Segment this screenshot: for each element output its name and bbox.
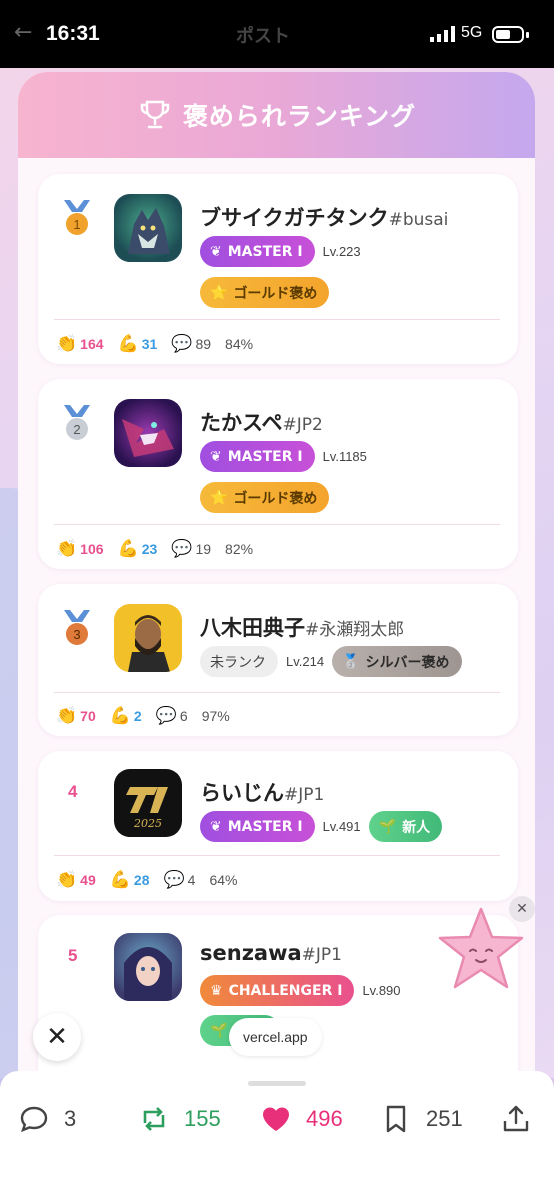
ranking-card[interactable]: 1 ブサイクガチタンク#busai ❦ MASTER I Lv.223 ⭐ ゴールド… xyxy=(38,174,518,364)
trophy-icon xyxy=(140,100,170,129)
close-icon: ✕ xyxy=(46,1022,68,1052)
t1-logo-portrait: 2025 xyxy=(126,787,168,830)
avatar[interactable] xyxy=(114,604,182,672)
rank-badge: 未ランク xyxy=(200,646,278,677)
like-button[interactable]: 496 xyxy=(260,1103,343,1135)
clock: 16:31 xyxy=(46,22,100,45)
player-name[interactable]: ブサイクガチタンク#busai xyxy=(200,202,448,232)
post-action-bar: 3 155 496 251 xyxy=(0,1071,554,1200)
status-bar: ← 16:31 ポスト 5G xyxy=(0,0,554,68)
muscle-icon: 💪 xyxy=(109,870,131,889)
back-arrow-icon[interactable]: ← xyxy=(14,20,32,45)
clap-icon: 👏 xyxy=(56,539,78,558)
avatar[interactable] xyxy=(114,399,182,467)
avatar[interactable] xyxy=(114,933,182,1001)
avatar[interactable]: 2025 xyxy=(114,769,182,837)
level-label: Lv.214 xyxy=(286,654,325,669)
level-label: Lv.491 xyxy=(322,819,361,834)
stats-row: 👏 70 💪 2 💬 6 97% xyxy=(56,706,230,725)
speech-bubble-icon: 💬 xyxy=(155,706,177,725)
heart-icon xyxy=(263,1107,289,1131)
url-pill[interactable]: vercel.app xyxy=(229,1018,322,1056)
player-name[interactable]: 八木田典子#永瀬翔太郎 xyxy=(200,612,404,642)
svg-text:2: 2 xyxy=(73,422,80,437)
werewolf-portrait xyxy=(128,208,170,254)
bookmark-icon xyxy=(386,1105,406,1133)
praise-badge: ⭐ ゴールド褒め xyxy=(200,482,330,513)
speech-bubble-icon: 💬 xyxy=(171,539,193,558)
rank-badge: ♛ CHALLENGER I xyxy=(200,975,355,1006)
rank-badge: ❦ MASTER I xyxy=(200,441,315,472)
stats-row: 👏 164 💪 31 💬 89 84% xyxy=(56,334,254,353)
rank-number: 4 xyxy=(68,782,78,801)
clap-icon: 👏 xyxy=(56,334,78,353)
reply-bubble-icon xyxy=(20,1106,48,1133)
sprout-icon: 🌱 xyxy=(210,1022,228,1039)
muscle-icon: 💪 xyxy=(117,539,139,558)
signal-icon xyxy=(430,26,455,42)
rank-badge: ❦ MASTER I xyxy=(200,811,315,842)
network-type: 5G xyxy=(461,24,483,41)
mage-portrait xyxy=(124,947,172,1001)
player-tag: #永瀬翔太郎 xyxy=(305,620,405,640)
stats-row: 👏 49 💪 28 💬 4 64% xyxy=(56,870,238,889)
speech-bubble-icon: 💬 xyxy=(163,870,185,889)
svg-text:3: 3 xyxy=(73,627,80,642)
praise-badge: ⭐ ゴールド褒め xyxy=(200,277,330,308)
ranking-title: 褒められランキング xyxy=(182,102,417,131)
wings-icon: ❦ xyxy=(210,448,222,465)
repost-button[interactable]: 155 xyxy=(138,1103,221,1135)
ranking-header: 褒められランキング xyxy=(18,72,535,158)
creature-portrait xyxy=(122,419,174,457)
close-webview-button[interactable]: ✕ xyxy=(33,1013,81,1061)
stats-row: 👏 106 💪 23 💬 19 82% xyxy=(56,539,254,558)
muscle-icon: 💪 xyxy=(109,706,131,725)
sprout-icon: 🌱 xyxy=(378,818,397,835)
ranking-card[interactable]: 2 たかスペ#JP2 ❦ MASTER I Lv.1185 ⭐ ゴールド褒め 👏 10… xyxy=(38,379,518,569)
star-icon: ⭐ xyxy=(210,284,228,301)
sheet-grabber[interactable] xyxy=(248,1081,306,1086)
bearded-man-portrait xyxy=(128,615,170,672)
svg-text:1: 1 xyxy=(73,217,80,232)
battery-icon xyxy=(492,26,524,43)
silver-medal-icon: 2 xyxy=(64,405,90,440)
wings-icon: ❦ xyxy=(210,243,222,260)
reply-button[interactable]: 3 xyxy=(18,1103,76,1135)
star-icon: ⭐ xyxy=(210,489,228,506)
rank-number: 5 xyxy=(68,946,78,965)
player-tag: #JP1 xyxy=(284,785,325,805)
level-label: Lv.1185 xyxy=(322,449,367,464)
level-label: Lv.223 xyxy=(322,244,361,259)
speech-bubble-icon: 💬 xyxy=(171,334,193,353)
clap-icon: 👏 xyxy=(56,870,78,889)
share-icon xyxy=(503,1105,529,1132)
player-tag: #busai xyxy=(388,210,449,230)
bookmark-button[interactable]: 251 xyxy=(380,1103,463,1135)
rank-badge: ❦ MASTER I xyxy=(200,236,315,267)
player-name[interactable]: senzawa#JP1 xyxy=(200,941,342,965)
repost-icon xyxy=(143,1107,165,1131)
share-button[interactable] xyxy=(500,1103,532,1135)
player-tag: #JP2 xyxy=(282,415,323,435)
clap-icon: 👏 xyxy=(56,706,78,725)
praise-badge: 🌱 新人 xyxy=(368,811,443,842)
dismiss-star-button[interactable]: ✕ xyxy=(509,896,535,922)
muscle-icon: 💪 xyxy=(117,334,139,353)
crown-icon: ♛ xyxy=(210,982,223,999)
wings-icon: ❦ xyxy=(210,818,222,835)
silver-medal-small-icon: 🥈 xyxy=(342,653,360,670)
level-label: Lv.890 xyxy=(362,983,401,998)
svg-text:2025: 2025 xyxy=(133,817,162,830)
praise-badge: 🥈 シルバー褒め xyxy=(332,646,462,677)
player-name[interactable]: たかスペ#JP2 xyxy=(200,407,323,437)
bronze-medal-icon: 3 xyxy=(64,610,90,645)
blurred-page-title: ポスト xyxy=(236,26,290,47)
avatar[interactable] xyxy=(114,194,182,262)
player-name[interactable]: らいじん#JP1 xyxy=(200,777,324,807)
gold-medal-icon: 1 xyxy=(64,200,90,235)
ranking-card[interactable]: 3 八木田典子#永瀬翔太郎 未ランク Lv.214 🥈 シルバー褒め 👏 70 💪 2… xyxy=(38,584,518,736)
player-tag: #JP1 xyxy=(301,945,342,965)
ranking-card[interactable]: 4 2025 らいじん#JP1 ❦ MASTER I Lv.491 🌱 新人 👏 49… xyxy=(38,751,518,901)
